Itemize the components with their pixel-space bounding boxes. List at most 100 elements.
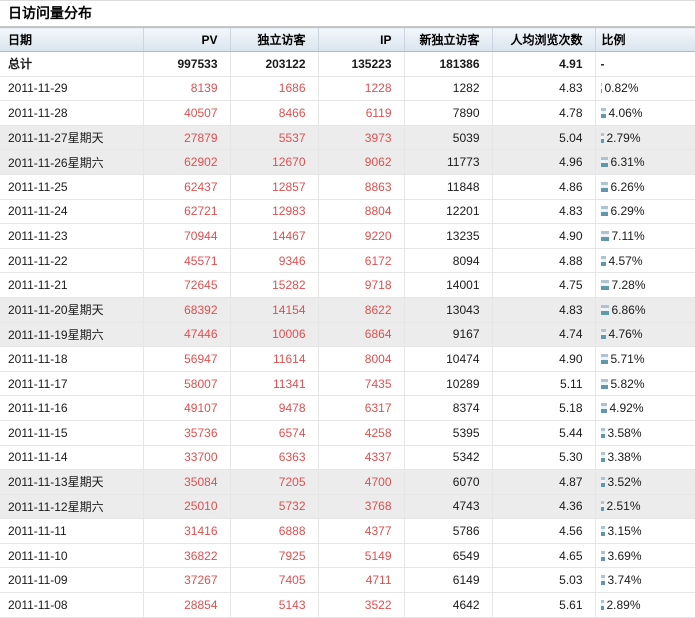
ratio-text: 4.57%: [608, 253, 643, 268]
ip-cell: 9220: [317, 223, 404, 249]
ip-cell: 8622: [317, 297, 404, 323]
avg-cell: 4.86: [491, 174, 595, 200]
date-cell: 2011-11-22: [0, 248, 143, 274]
ratio-bar: [600, 206, 608, 217]
new_uv-cell: 6070: [403, 469, 492, 495]
column-header-pv: PV: [142, 27, 230, 52]
ip-cell: 6317: [317, 395, 404, 421]
ratio-cell: 2.89%: [594, 592, 695, 618]
pv-cell: 49107: [142, 395, 230, 421]
avg-cell: 4.91: [491, 51, 595, 77]
table-row: 2011-11-28 40507 8466 6119 7890 4.78 4.06%: [0, 100, 695, 126]
pv-cell: 37267: [142, 567, 230, 594]
avg-cell: 4.83: [491, 76, 595, 102]
uv-cell: 12670: [229, 149, 318, 175]
pv-cell: 997533: [142, 51, 230, 77]
total-row: 总计 997533 203122 135223 181386 4.91-: [0, 51, 695, 77]
ratio-bar: [600, 378, 608, 389]
pv-cell: 45571: [142, 248, 230, 274]
pv-cell: 47446: [142, 322, 230, 348]
ip-cell: 8863: [317, 174, 404, 200]
ip-cell: 6119: [317, 100, 404, 126]
pv-cell: 25010: [142, 494, 230, 520]
ip-cell: 7435: [317, 371, 404, 397]
pv-cell: 58007: [142, 371, 230, 397]
ip-cell: 8804: [317, 199, 404, 225]
ratio-value: 2.51%: [600, 499, 695, 514]
table-row: 2011-11-09 37267 7405 4711 6149 5.03 3.74%: [0, 567, 695, 594]
ratio-bar: [600, 280, 609, 291]
date-cell: 2011-11-23: [0, 223, 143, 249]
new_uv-cell: 5786: [403, 518, 492, 544]
uv-cell: 6363: [229, 445, 318, 471]
table-row: 2011-11-17 58007 11341 7435 10289 5.11 5.82%: [0, 371, 695, 397]
ip-cell: 4711: [317, 567, 404, 594]
uv-cell: 5537: [229, 125, 318, 151]
ratio-bar: [600, 83, 602, 94]
ratio-cell: 6.26%: [594, 174, 695, 200]
pv-cell: 62721: [142, 199, 230, 225]
table-row: 2011-11-16 49107 9478 6317 8374 5.18 4.92%: [0, 395, 695, 421]
ratio-value: 4.92%: [600, 401, 695, 415]
ip-cell: 5149: [317, 543, 404, 569]
uv-cell: 14154: [229, 297, 318, 323]
ratio-value: 0.82%: [600, 81, 695, 96]
pv-cell: 62902: [142, 149, 230, 175]
ratio-cell: 3.52%: [594, 469, 695, 495]
ratio-text: 2.51%: [606, 499, 641, 514]
avg-cell: 4.74: [491, 322, 595, 348]
date-cell: 2011-11-19星期六: [0, 322, 143, 348]
ratio-text: 3.38%: [607, 450, 642, 465]
ratio-bar: [600, 526, 605, 537]
ratio-text: 0.82%: [604, 81, 639, 96]
ratio-text: 3.52%: [607, 474, 642, 489]
table-row: 2011-11-27星期天 27879 5537 3973 5039 5.04 2.79%: [0, 125, 695, 151]
uv-cell: 10006: [229, 322, 318, 348]
new_uv-cell: 12201: [403, 199, 492, 225]
ip-cell: 4337: [317, 445, 404, 471]
table-header: 日期 PV 独立访客 IP 新独立访客 人均浏览次数 比例: [0, 27, 695, 52]
uv-cell: 203122: [229, 51, 318, 77]
new_uv-cell: 8094: [403, 248, 492, 274]
ratio-value: 2.89%: [600, 598, 695, 612]
ratio-bar: [600, 107, 606, 118]
ratio-bar: [600, 575, 605, 586]
avg-cell: 5.44: [491, 420, 595, 446]
ip-cell: 3522: [317, 592, 404, 618]
ratio-bar: [600, 550, 605, 561]
ratio-value: 3.52%: [600, 474, 695, 489]
ratio-text: 6.31%: [610, 155, 645, 170]
ratio-value: 2.79%: [600, 131, 695, 145]
avg-cell: 4.78: [491, 100, 595, 126]
table-row: 2011-11-21 72645 15282 9718 14001 4.75 7.28%: [0, 272, 695, 298]
uv-cell: 9478: [229, 395, 318, 421]
pv-cell: 33700: [142, 445, 230, 471]
uv-cell: 8466: [229, 100, 318, 126]
table-row: 2011-11-10 36822 7925 5149 6549 4.65 3.69%: [0, 543, 695, 569]
date-cell: 2011-11-20星期天: [0, 297, 143, 323]
ratio-value: 6.26%: [600, 180, 695, 194]
avg-cell: 4.75: [491, 272, 595, 298]
ratio-value: -: [601, 57, 695, 71]
ip-cell: 1228: [317, 76, 404, 102]
table-row: 2011-11-19星期六 47446 10006 6864 9167 4.74 4.76%: [0, 322, 695, 348]
table-row: 2011-11-20星期天 68392 14154 8622 13043 4.83 6.86…: [0, 297, 695, 323]
ratio-value: 6.29%: [600, 204, 695, 218]
ratio-cell: 4.57%: [594, 248, 695, 274]
date-cell: 2011-11-26星期六: [0, 149, 143, 175]
table-row: 2011-11-24 62721 12983 8804 12201 4.83 6.29%: [0, 199, 695, 225]
ip-cell: 4377: [317, 518, 404, 544]
ratio-cell: 3.69%: [594, 543, 695, 569]
uv-cell: 7405: [229, 567, 318, 594]
pv-cell: 68392: [142, 297, 230, 323]
ratio-bar: [600, 329, 606, 340]
ratio-text: 3.74%: [607, 573, 642, 588]
table-row: 2011-11-11 31416 6888 4377 5786 4.56 3.15%: [0, 518, 695, 544]
pv-cell: 31416: [142, 518, 230, 544]
date-cell: 总计: [0, 51, 143, 77]
date-cell: 2011-11-18: [0, 346, 143, 372]
ratio-text: 5.82%: [610, 376, 645, 391]
ratio-value: 6.31%: [600, 155, 695, 170]
ratio-value: 5.82%: [600, 376, 695, 391]
ratio-bar: [600, 353, 608, 364]
